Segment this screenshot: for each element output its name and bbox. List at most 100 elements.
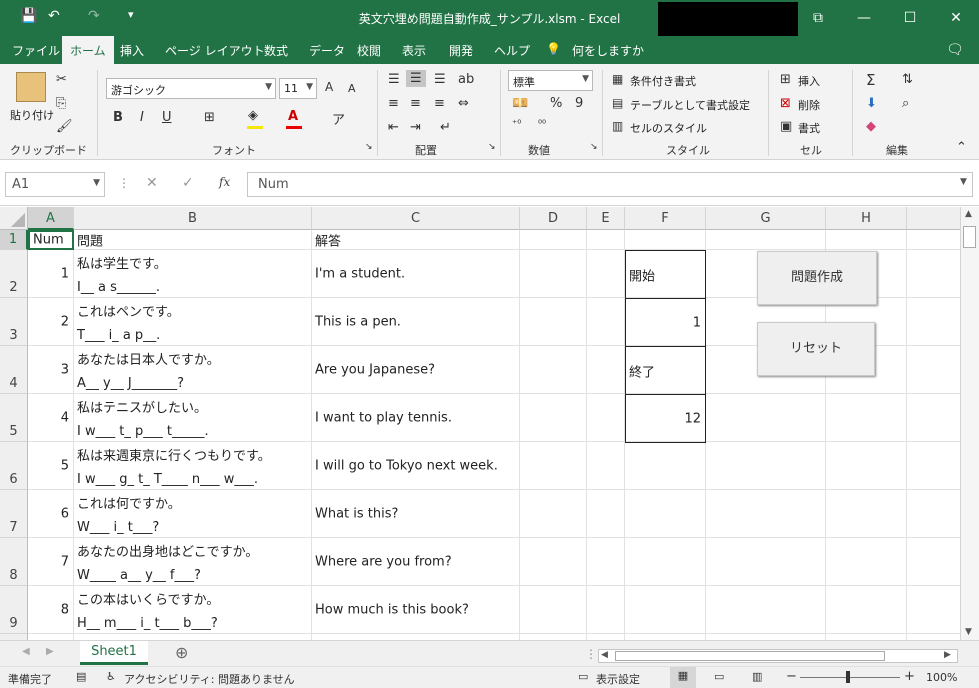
cell-c[interactable]: Are you Japanese? (312, 346, 520, 394)
cell-b[interactable]: 私はテニスがしたい。 I w___ t_ p___ t_____. (74, 394, 312, 442)
paste-icon[interactable] (16, 72, 46, 102)
cell-f[interactable] (625, 538, 706, 586)
cancel-icon[interactable]: ✕ (146, 175, 158, 191)
cell-i[interactable] (907, 250, 960, 298)
font-size-combo[interactable]: 11 ▼ (279, 78, 317, 99)
vertical-scroll-thumb[interactable] (963, 226, 976, 248)
page-layout-view-icon[interactable]: ▭ (714, 670, 724, 683)
row-header[interactable]: 8 (0, 538, 28, 586)
cell-g[interactable] (706, 442, 826, 490)
cell-c1[interactable]: 解答 (312, 230, 520, 250)
column-header-g[interactable]: G (706, 207, 826, 230)
cell-e[interactable] (587, 298, 625, 346)
cell-g[interactable] (706, 394, 826, 442)
cell-f1[interactable] (625, 230, 706, 250)
collapse-ribbon-icon[interactable]: ⌃ (956, 140, 967, 155)
bold-button[interactable]: B (113, 110, 123, 125)
cell-d[interactable] (520, 538, 587, 586)
copy-icon[interactable]: ⎘ (56, 96, 66, 111)
scroll-down-icon[interactable]: ▼ (965, 627, 972, 637)
percent-button[interactable]: % (550, 96, 562, 111)
find-select-icon[interactable]: ⌕ (902, 96, 909, 111)
cell-b[interactable]: これはペンです。 T___ i_ a p__. (74, 298, 312, 346)
underline-button[interactable]: U (162, 110, 172, 125)
cell-i[interactable] (907, 394, 960, 442)
macro-record-icon[interactable]: ▤ (76, 670, 86, 683)
grow-font-icon[interactable]: A (325, 80, 333, 94)
tab-insert[interactable]: 挿入 (120, 42, 144, 59)
align-left-icon[interactable]: ≡ (388, 96, 399, 111)
cell-b[interactable]: 私は来週東京に行くつもりです。 I w___ g_ t_ T____ n___ w… (74, 442, 312, 490)
row-header[interactable]: 3 (0, 298, 28, 346)
cell-e[interactable] (587, 442, 625, 490)
cell-c[interactable]: I'm a student. (312, 250, 520, 298)
font-color-icon[interactable]: A (288, 109, 298, 124)
cell-b[interactable]: 私は学生です。 I__ a s______. (74, 250, 312, 298)
format-painter-icon[interactable]: 🖌 (56, 119, 73, 134)
zoom-out-button[interactable]: − (786, 669, 797, 684)
cell-h[interactable] (826, 490, 907, 538)
accessibility-status[interactable]: アクセシビリティ: 問題ありません (124, 671, 295, 687)
dialog-launcher-icon[interactable]: ↘ (365, 142, 373, 152)
cell-a[interactable]: 5 (28, 442, 74, 490)
cell-e[interactable] (587, 586, 625, 634)
cell-styles-button[interactable]: セルのスタイル (630, 120, 707, 136)
align-right-icon[interactable]: ≡ (434, 96, 445, 111)
decrease-decimal-icon[interactable]: ⁰⁰ (538, 119, 546, 130)
paste-button[interactable]: 貼り付け (10, 107, 54, 123)
cell-b[interactable]: この本はいくらですか。 H__ m___ i_ t___ b___? (74, 586, 312, 634)
cell-c[interactable]: I will go to Tokyo next week. (312, 442, 520, 490)
cell-c[interactable]: Where are you from? (312, 538, 520, 586)
cell-g[interactable] (706, 538, 826, 586)
tell-me-search[interactable]: 何をしますか (572, 42, 644, 59)
cell-e[interactable] (587, 346, 625, 394)
cell-d[interactable] (520, 298, 587, 346)
align-top-icon[interactable]: ☰ (388, 72, 400, 87)
cell-e[interactable] (587, 490, 625, 538)
formula-input[interactable]: Num (247, 172, 973, 197)
italic-button[interactable]: I (140, 110, 144, 125)
align-center-icon[interactable]: ≡ (410, 96, 421, 111)
tab-help[interactable]: ヘルプ (494, 42, 530, 59)
cell-g1[interactable] (706, 230, 826, 250)
end-label-cell[interactable]: 終了 (625, 346, 706, 395)
cell-e[interactable] (587, 394, 625, 442)
format-cells-button[interactable]: 書式 (798, 120, 820, 136)
vertical-scrollbar[interactable]: ▲ ▼ (960, 207, 979, 640)
font-name-combo[interactable]: 游ゴシック ▼ (106, 78, 276, 99)
cell-d[interactable] (520, 394, 587, 442)
cell-a[interactable]: 8 (28, 586, 74, 634)
add-sheet-icon[interactable]: ⊕ (175, 643, 188, 662)
display-settings-icon[interactable]: ▭ (578, 670, 588, 683)
ribbon-display-icon[interactable]: ⧉ (795, 4, 841, 32)
cell-b[interactable]: これは何ですか。 W___ i_ t___? (74, 490, 312, 538)
column-header-b[interactable]: B (74, 207, 312, 230)
cell-i[interactable] (907, 586, 960, 634)
cell-styles-icon[interactable]: ▥ (612, 119, 623, 133)
column-header-c[interactable]: C (312, 207, 520, 230)
cell-d[interactable] (520, 490, 587, 538)
cell-a[interactable]: 7 (28, 538, 74, 586)
conditional-format-icon[interactable]: ▦ (612, 72, 623, 86)
tab-home[interactable]: ホーム (62, 36, 114, 64)
cell-f[interactable] (625, 586, 706, 634)
insert-function-icon[interactable]: fx (219, 175, 230, 189)
dialog-launcher-icon[interactable]: ↘ (590, 142, 598, 152)
cell-a[interactable]: 4 (28, 394, 74, 442)
row-header-1[interactable]: 1 (0, 230, 28, 250)
tab-data[interactable]: データ (309, 42, 345, 59)
comma-button[interactable]: 9 (575, 96, 583, 111)
fill-color-icon[interactable]: ◈ (248, 108, 258, 123)
cell-b[interactable]: あなたは日本人ですか。 A__ y__ J_______? (74, 346, 312, 394)
cell-i[interactable] (907, 442, 960, 490)
increase-indent-icon[interactable]: ⇥ (410, 120, 421, 135)
sheet-tab-sheet1[interactable]: Sheet1 (80, 641, 148, 665)
zoom-level[interactable]: 100% (926, 671, 957, 684)
cell-i[interactable] (907, 346, 960, 394)
row-header[interactable]: 5 (0, 394, 28, 442)
format-as-table-button[interactable]: テーブルとして書式設定 (630, 97, 750, 113)
zoom-in-button[interactable]: + (904, 669, 915, 684)
accounting-icon[interactable]: 💴 (512, 96, 528, 111)
cell-e1[interactable] (587, 230, 625, 250)
start-value-cell[interactable]: 1 (625, 298, 706, 347)
